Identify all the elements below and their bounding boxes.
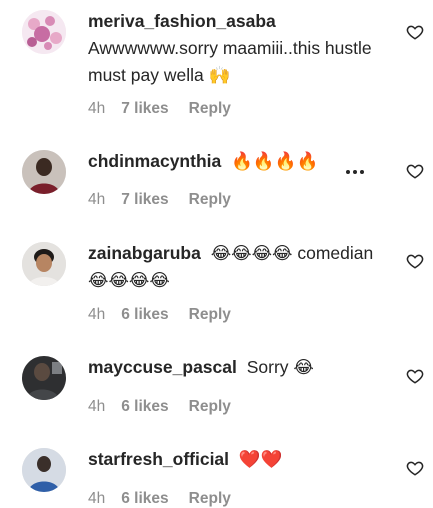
comment-username[interactable]: chdinmacynthia — [88, 151, 221, 171]
comment-body: chdinmacynthia 🔥🔥🔥🔥 — [88, 148, 383, 175]
comment-username[interactable]: starfresh_official — [88, 449, 229, 469]
likes-count[interactable]: 7 likes — [121, 191, 168, 208]
comment-time: 4h — [88, 306, 106, 323]
avatar[interactable] — [22, 356, 66, 400]
likes-count[interactable]: 6 likes — [121, 306, 168, 323]
comment-text: ❤️❤️ — [238, 449, 283, 469]
comment-meta: 4h 7 likes Reply — [88, 100, 251, 118]
comment-item: meriva_fashion_asaba Awwwwww.sorry maami… — [0, 0, 433, 130]
reply-button[interactable]: Reply — [189, 398, 231, 415]
reply-button[interactable]: Reply — [189, 100, 231, 117]
heart-icon[interactable] — [406, 252, 424, 270]
comment-time: 4h — [88, 191, 106, 208]
comment-time: 4h — [88, 398, 106, 415]
comment-item: starfresh_official ❤️❤️ 4h 6 likes Reply — [0, 440, 433, 507]
comment-text: 🔥🔥🔥🔥 — [231, 151, 319, 171]
avatar[interactable] — [22, 150, 66, 194]
heart-icon[interactable] — [406, 23, 424, 41]
heart-icon[interactable] — [406, 459, 424, 477]
comment-body: mayccuse_pascal Sorry 😂 — [88, 354, 383, 381]
comment-meta: 4h 6 likes Reply — [88, 398, 251, 416]
reply-button[interactable]: Reply — [189, 306, 231, 323]
comment-body: zainabgaruba 😂😂😂😂 comedian 😂😂😂😂 — [88, 240, 383, 294]
comment-meta: 4h 7 likes Reply — [88, 191, 251, 209]
avatar[interactable] — [22, 448, 66, 492]
likes-count[interactable]: 6 likes — [121, 398, 168, 415]
comment-username[interactable]: zainabgaruba — [88, 243, 201, 263]
comment-text: Sorry 😂 — [246, 357, 314, 377]
comment-item: mayccuse_pascal Sorry 😂 4h 6 likes Reply — [0, 348, 433, 438]
comment-meta: 4h 6 likes Reply — [88, 490, 251, 508]
comment-item: zainabgaruba 😂😂😂😂 comedian 😂😂😂😂 4h 6 like… — [0, 232, 433, 342]
comment-username[interactable]: mayccuse_pascal — [88, 357, 237, 377]
reply-button[interactable]: Reply — [189, 191, 231, 208]
heart-icon[interactable] — [406, 367, 424, 385]
comment-meta: 4h 6 likes Reply — [88, 306, 251, 324]
reply-button[interactable]: Reply — [189, 490, 231, 507]
comment-username[interactable]: meriva_fashion_asaba — [88, 11, 276, 31]
avatar[interactable] — [22, 242, 66, 286]
comment-item: chdinmacynthia 🔥🔥🔥🔥 4h 7 likes Reply — [0, 140, 433, 230]
comment-body: starfresh_official ❤️❤️ — [88, 446, 383, 473]
heart-icon[interactable] — [406, 162, 424, 180]
comment-time: 4h — [88, 490, 106, 507]
comment-time: 4h — [88, 100, 106, 117]
comment-body: meriva_fashion_asaba Awwwwww.sorry maami… — [88, 8, 383, 89]
comment-text: Awwwwww.sorry maamiii..this hustle must … — [88, 38, 372, 85]
likes-count[interactable]: 7 likes — [121, 100, 168, 117]
avatar[interactable] — [22, 10, 66, 54]
more-options-icon[interactable] — [344, 167, 366, 177]
likes-count[interactable]: 6 likes — [121, 490, 168, 507]
